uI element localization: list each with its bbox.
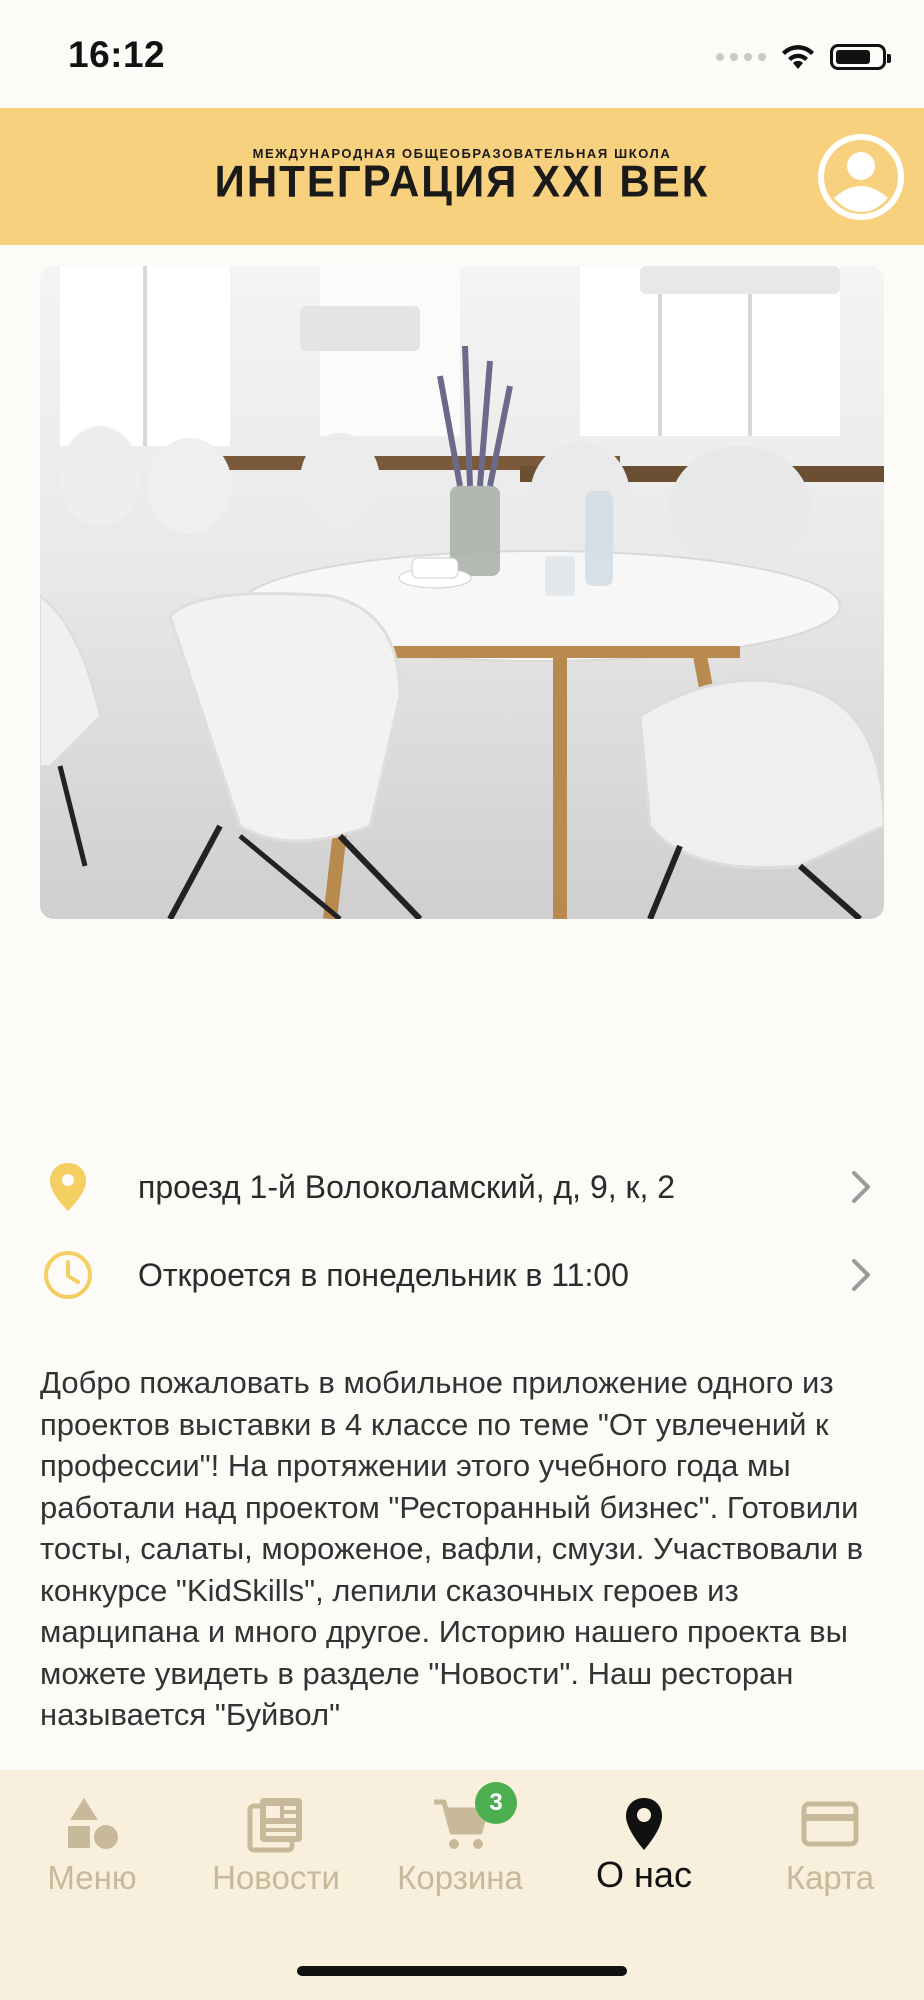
tab-card-label: Карта — [785, 1859, 875, 1896]
credit-card-icon — [801, 1801, 859, 1847]
logo-title: ИНТЕГРАЦИЯ XXI ВЕК — [214, 156, 710, 207]
status-icons — [716, 40, 891, 74]
hours-text: Откроется в понедельник в 11:00 — [138, 1256, 629, 1293]
tab-cart[interactable]: 3 Корзина — [368, 1770, 552, 1920]
news-icon — [247, 1798, 302, 1853]
cart-count-badge: 3 — [475, 1782, 517, 1824]
battery-icon — [830, 44, 891, 70]
location-pin-icon — [626, 1798, 662, 1850]
school-logo: МЕЖДУНАРОДНАЯ ОБЩЕОБРАЗОВАТЕЛЬНАЯ ШКОЛА … — [0, 146, 924, 207]
tab-cart-label: Корзина — [397, 1859, 523, 1896]
address-text: проезд 1-й Волоколамский, д, 9, к, 2 — [138, 1168, 676, 1205]
hero-image — [40, 266, 884, 919]
location-pin-icon — [40, 1159, 96, 1215]
cellular-signal-icon — [716, 53, 766, 61]
tab-about-label: О нас — [596, 1854, 692, 1895]
tab-menu-label: Меню — [47, 1859, 137, 1896]
clock-icon — [40, 1247, 96, 1303]
about-description: Добро пожаловать в мобильное приложение … — [40, 1365, 864, 1732]
tab-card[interactable]: Карта — [738, 1770, 922, 1920]
home-indicator[interactable] — [297, 1966, 627, 1976]
app-header: МЕЖДУНАРОДНАЯ ОБЩЕОБРАЗОВАТЕЛЬНАЯ ШКОЛА … — [0, 108, 924, 245]
opening-hours-row[interactable]: Откроется в понедельник в 11:00 — [0, 1240, 924, 1310]
tab-menu[interactable]: Меню — [0, 1770, 184, 1920]
status-time: 16:12 — [68, 34, 166, 75]
tab-news[interactable]: Новости — [184, 1770, 368, 1920]
address-row[interactable]: проезд 1-й Волоколамский, д, 9, к, 2 — [0, 1152, 924, 1222]
tab-news-label: Новости — [212, 1859, 340, 1896]
user-circle-icon[interactable] — [816, 132, 906, 222]
wifi-icon — [782, 45, 814, 69]
chevron-right-icon — [852, 1171, 870, 1203]
chevron-right-icon — [852, 1259, 870, 1291]
tab-about[interactable]: О нас — [552, 1770, 736, 1920]
status-bar: 16:12 — [0, 0, 924, 108]
shapes-icon — [68, 1798, 118, 1849]
